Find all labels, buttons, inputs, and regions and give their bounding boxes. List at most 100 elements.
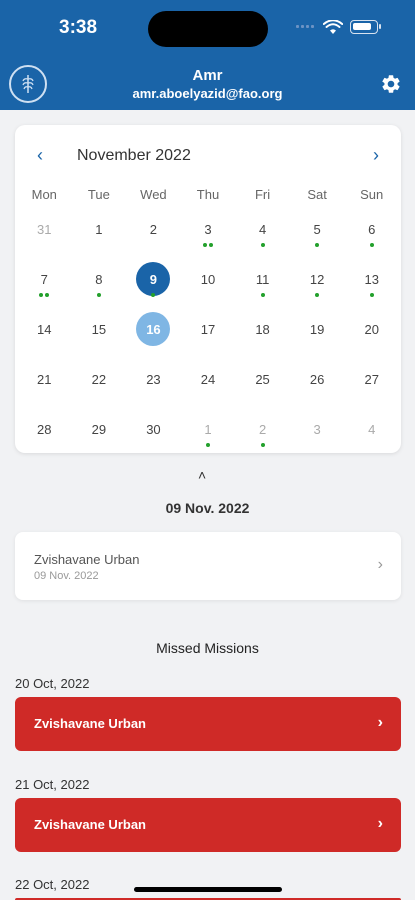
calendar-day-number: 14 [37,321,52,337]
calendar-day[interactable]: 15 [72,309,127,359]
calendar-day-number: 11 [255,271,270,287]
calendar-day[interactable]: 25 [235,359,290,409]
mission-dot [208,243,213,247]
mission-dot [39,293,44,297]
mission-indicator-dots [344,293,399,297]
calendar-day[interactable]: 13 [344,259,399,309]
calendar-day[interactable]: 21 [17,359,72,409]
chevron-right-icon[interactable]: › [373,145,379,166]
calendar-day-number: 5 [313,221,321,237]
mission-card[interactable]: Zvishavane Urban 09 Nov. 2022 › [15,532,401,600]
mission-indicator-dots [72,293,127,297]
calendar-day[interactable]: 1 [72,209,127,259]
mission-dot [151,293,156,297]
calendar-day[interactable]: 14 [17,309,72,359]
calendar-day[interactable]: 31 [17,209,72,259]
calendar-day[interactable]: 3 [181,209,236,259]
calendar-day[interactable]: 28 [17,409,72,459]
calendar-day[interactable]: 29 [72,409,127,459]
missed-group-date: 20 Oct, 2022 [15,676,90,691]
calendar-day-number: 12 [309,271,325,287]
gear-icon[interactable] [380,73,402,95]
missed-mission-card[interactable]: Zvishavane Urban › [15,798,401,852]
calendar-day[interactable]: 4 [344,409,399,459]
calendar-day-number: 6 [368,221,376,237]
calendar-day[interactable]: 7 [17,259,72,309]
calendar-day[interactable]: 9 [126,259,181,309]
mission-date: 09 Nov. 2022 [34,570,99,582]
calendar-day-number: 9 [136,262,171,296]
calendar-day[interactable]: 2 [126,209,181,259]
calendar-day[interactable]: 19 [290,309,345,359]
calendar-day[interactable]: 12 [290,259,345,309]
mission-dot [45,293,50,297]
calendar-day[interactable]: 6 [344,209,399,259]
chevron-left-icon[interactable]: ‹ [37,145,43,166]
calendar-day[interactable]: 10 [181,259,236,309]
calendar-day-number: 2 [149,221,158,237]
calendar-day-number: 3 [204,221,212,237]
mission-dot [260,293,265,297]
mission-indicator-dots [181,443,236,447]
calendar-day-number: 25 [255,371,270,387]
calendar-day[interactable]: 27 [344,359,399,409]
calendar-day[interactable]: 3 [290,409,345,459]
weekday-label: Mon [31,187,57,202]
weekday-label: Fri [254,187,271,202]
missed-mission-title: Zvishavane Urban [34,817,146,832]
calendar-day[interactable]: 22 [72,359,127,409]
calendar-day-number: 19 [309,321,325,337]
calendar-day[interactable]: 11 [235,259,290,309]
missed-mission-title: Zvishavane Urban [34,716,146,731]
user-name: Amr [192,67,223,84]
calendar-day[interactable]: 4 [235,209,290,259]
calendar-day[interactable]: 17 [181,309,236,359]
calendar-day-number: 13 [364,271,379,287]
calendar-day[interactable]: 8 [72,259,127,309]
weekday-label: Tue [87,187,110,202]
mission-dot [260,243,265,247]
missed-group-date: 21 Oct, 2022 [15,777,90,792]
mission-indicator-dots [235,243,290,247]
calendar-day[interactable]: 18 [235,309,290,359]
mission-dot [260,443,265,447]
wifi-icon [323,20,343,34]
calendar-day-number: 27 [364,371,379,387]
status-time: 3:38 [59,17,98,38]
calendar-day[interactable]: 24 [181,359,236,409]
dynamic-island [148,11,268,47]
calendar-day-number: 18 [255,321,270,337]
mission-title: Zvishavane Urban [34,552,140,567]
calendar-day[interactable]: 23 [126,359,181,409]
calendar-day-number: 4 [258,221,267,237]
calendar-day-grid: 31 1 2 3 4 5 6 7 8 9 10 11 12 13 14 15 16 17 18 19 20 21 22 23 2… [15,209,401,459]
calendar-day-number: 4 [368,421,376,437]
calendar-day-number: 29 [91,421,107,437]
calendar-day[interactable]: 2 [235,409,290,459]
chevron-up-icon[interactable]: ˄ [198,467,206,483]
calendar-day-number: 31 [37,221,52,237]
mission-dot [315,243,320,247]
calendar-day-number: 1 [204,421,212,437]
calendar-day-number: 2 [258,421,267,437]
missed-mission-card[interactable]: Zvishavane Urban › [15,697,401,751]
home-indicator [134,887,282,892]
calendar-day[interactable]: 16 [126,309,181,359]
mission-indicator-dots [17,293,72,297]
calendar-card: ‹ November 2022 › Mon Tue Wed Thu Fri Sat Sun … [15,125,401,453]
calendar-day-number: 1 [95,221,103,237]
calendar-day[interactable]: 20 [344,309,399,359]
mission-dot [205,443,210,447]
weekday-label: Thu [196,187,220,202]
mission-dot [202,243,207,247]
calendar-day[interactable]: 30 [126,409,181,459]
mission-dot [369,243,374,247]
calendar-day-number: 16 [136,312,171,346]
calendar-day[interactable]: 5 [290,209,345,259]
missed-group-date: 22 Oct, 2022 [15,877,90,892]
calendar-day-number: 23 [146,371,161,387]
calendar-day[interactable]: 1 [181,409,236,459]
calendar-day[interactable]: 26 [290,359,345,409]
calendar-day-number: 15 [91,321,107,337]
mission-indicator-dots [181,243,236,247]
